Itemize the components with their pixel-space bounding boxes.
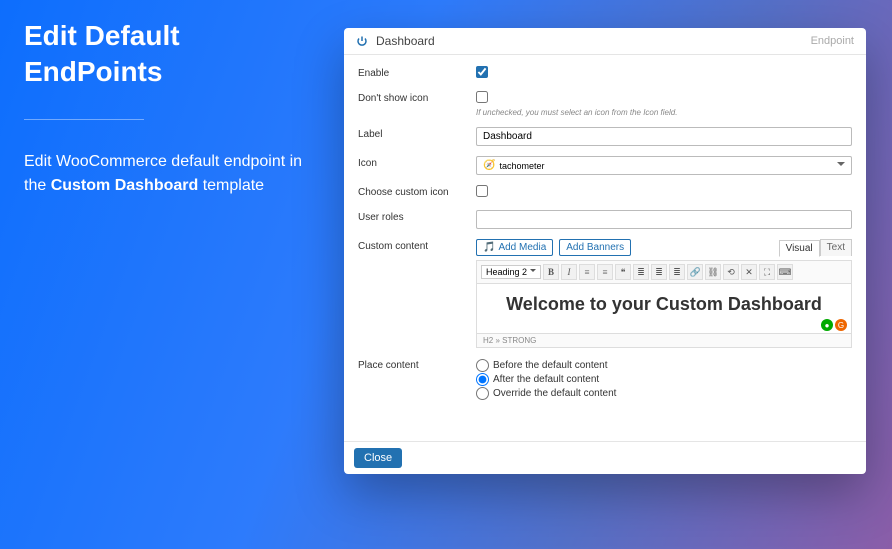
align-center-button[interactable]: ≣ bbox=[651, 264, 667, 280]
hide-icon-checkbox[interactable] bbox=[476, 91, 488, 103]
numbered-list-button[interactable]: ≡ bbox=[597, 264, 613, 280]
editor-heading: Welcome to your Custom Dashboard bbox=[485, 294, 843, 315]
music-note-icon: 🎵 bbox=[483, 242, 495, 253]
heading-select[interactable]: Heading 2 bbox=[481, 265, 541, 279]
page-description: Edit WooCommerce default endpoint in the… bbox=[24, 150, 324, 198]
user-roles-label: User roles bbox=[358, 210, 476, 223]
divider bbox=[24, 119, 144, 120]
radio-override[interactable]: Override the default content bbox=[476, 387, 852, 400]
clear-button[interactable]: ✕ bbox=[741, 264, 757, 280]
close-button[interactable]: Close bbox=[354, 448, 402, 468]
radio-before[interactable]: Before the default content bbox=[476, 359, 852, 372]
power-icon bbox=[356, 35, 368, 47]
page-title-line1: Edit Default bbox=[24, 20, 180, 51]
bullet-list-button[interactable]: ≡ bbox=[579, 264, 595, 280]
link-button[interactable]: 🔗 bbox=[687, 264, 703, 280]
custom-icon-checkbox[interactable] bbox=[476, 185, 488, 197]
page-title-line2: EndPoints bbox=[24, 56, 162, 87]
modal-title: Dashboard bbox=[376, 34, 435, 48]
italic-button[interactable]: I bbox=[561, 264, 577, 280]
tab-visual[interactable]: Visual bbox=[779, 240, 820, 257]
add-media-label: Add Media bbox=[498, 242, 546, 253]
add-banners-label: Add Banners bbox=[566, 242, 624, 253]
toolbar-toggle-button[interactable]: ⌨ bbox=[777, 264, 793, 280]
radio-after[interactable]: After the default content bbox=[476, 373, 852, 386]
desc-post: template bbox=[198, 177, 264, 194]
add-banners-button[interactable]: Add Banners bbox=[559, 239, 631, 256]
undo-button[interactable]: ⟲ bbox=[723, 264, 739, 280]
bold-button[interactable]: B bbox=[543, 264, 559, 280]
grammar-badge-icon[interactable]: G bbox=[835, 319, 847, 331]
custom-content-label: Custom content bbox=[358, 239, 476, 252]
hide-icon-label: Don't show icon bbox=[358, 91, 476, 104]
icon-select[interactable]: 🧭 tachometer bbox=[476, 156, 852, 175]
label-field-label: Label bbox=[358, 127, 476, 140]
place-content-label: Place content bbox=[358, 358, 476, 371]
enable-checkbox[interactable] bbox=[476, 66, 488, 78]
desc-bold: Custom Dashboard bbox=[51, 177, 199, 194]
fullscreen-button[interactable]: ⛶ bbox=[759, 264, 775, 280]
add-media-button[interactable]: 🎵 Add Media bbox=[476, 239, 553, 256]
hide-icon-hint: If unchecked, you must select an icon fr… bbox=[476, 108, 852, 117]
label-input[interactable] bbox=[476, 127, 852, 146]
custom-icon-label: Choose custom icon bbox=[358, 185, 476, 198]
icon-selected-value: tachometer bbox=[499, 161, 544, 171]
modal-header: Dashboard Endpoint bbox=[344, 28, 866, 55]
tachometer-icon: 🧭 bbox=[483, 160, 495, 171]
place-content-group: Before the default content After the def… bbox=[476, 358, 852, 401]
page-title: Edit Default EndPoints bbox=[24, 18, 324, 91]
icon-label: Icon bbox=[358, 156, 476, 169]
endpoint-modal: Dashboard Endpoint Enable Don't show ico… bbox=[344, 28, 866, 474]
unlink-button[interactable]: ⛓ bbox=[705, 264, 721, 280]
user-roles-input[interactable] bbox=[476, 210, 852, 229]
tab-text[interactable]: Text bbox=[820, 239, 852, 256]
enable-label: Enable bbox=[358, 66, 476, 79]
editor-status-path: H2 » STRONG bbox=[476, 334, 852, 348]
quote-button[interactable]: ❝ bbox=[615, 264, 631, 280]
editor-toolbar: Heading 2 B I ≡ ≡ ❝ ≣ ≣ ≣ 🔗 ⛓ ⟲ ✕ ⛶ ⌨ bbox=[476, 260, 852, 284]
modal-type: Endpoint bbox=[811, 35, 854, 47]
editor-content[interactable]: Welcome to your Custom Dashboard ● G bbox=[476, 284, 852, 334]
align-left-button[interactable]: ≣ bbox=[633, 264, 649, 280]
align-right-button[interactable]: ≣ bbox=[669, 264, 685, 280]
seo-badge-icon[interactable]: ● bbox=[821, 319, 833, 331]
